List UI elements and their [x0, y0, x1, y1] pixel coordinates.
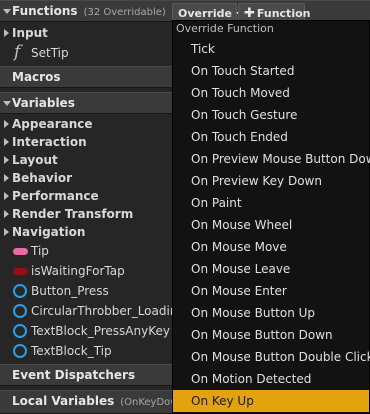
menu-item-on-mouse-enter[interactable]: On Mouse Enter [173, 280, 369, 302]
menu-item-on-mouse-move[interactable]: On Mouse Move [173, 236, 369, 258]
override-label: Override [178, 7, 232, 20]
collapse-arrow-icon[interactable] [3, 101, 11, 106]
override-menu-header: Override Function [173, 21, 369, 37]
ring-icon [13, 304, 27, 318]
expand-arrow-icon[interactable] [4, 210, 9, 218]
menu-item-on-touch-gesture[interactable]: On Touch Gesture [173, 104, 369, 126]
override-function-menu: Override Function Tick On Touch Started … [172, 20, 370, 414]
menu-item-on-motion-detected[interactable]: On Motion Detected [173, 368, 369, 390]
expand-arrow-icon[interactable] [4, 156, 9, 164]
menu-item-on-mouse-leave[interactable]: On Mouse Leave [173, 258, 369, 280]
variable-label: isWaitingForTap [31, 264, 125, 278]
pill-icon [13, 248, 28, 255]
menu-item-on-mouse-button-double-click[interactable]: On Mouse Button Double Click [173, 346, 370, 368]
variable-category-label: Navigation [12, 225, 86, 239]
function-category-label: Input [12, 26, 48, 40]
functions-overridable-count: (32 Overridable) [83, 7, 166, 18]
functions-title: Functions (32 Overridable) [12, 4, 166, 18]
menu-item-tick[interactable]: Tick [173, 38, 369, 60]
menu-item-on-preview-key-down[interactable]: On Preview Key Down [173, 170, 369, 192]
variable-label: CircularThrobber_Loading [31, 304, 186, 318]
menu-item-on-touch-moved[interactable]: On Touch Moved [173, 82, 369, 104]
functions-title-text: Functions [12, 4, 78, 18]
menu-item-on-mouse-button-up[interactable]: On Mouse Button Up [173, 302, 369, 324]
variables-title: Variables [12, 96, 75, 110]
menu-item-on-mouse-wheel[interactable]: On Mouse Wheel [173, 214, 369, 236]
macros-title: Macros [12, 70, 61, 84]
expand-arrow-icon[interactable] [4, 29, 9, 37]
menu-item-on-touch-started[interactable]: On Touch Started [173, 60, 369, 82]
variable-label: TextBlock_PressAnyKey [31, 324, 170, 338]
event-dispatchers-title: Event Dispatchers [12, 368, 136, 382]
function-item-label: SetTip [31, 46, 69, 60]
expand-arrow-icon[interactable] [4, 138, 9, 146]
variable-category-label: Behavior [12, 171, 73, 185]
function-icon: f [14, 42, 21, 62]
add-function-label: Function [256, 7, 311, 20]
expand-arrow-icon[interactable] [4, 192, 9, 200]
variable-category-label: Performance [12, 189, 99, 203]
menu-item-on-mouse-button-down[interactable]: On Mouse Button Down [173, 324, 369, 346]
ring-icon [13, 344, 27, 358]
collapse-arrow-icon[interactable] [3, 9, 11, 14]
plus-icon: ✚ [244, 6, 255, 21]
variable-category-label: Interaction [12, 135, 87, 149]
expand-arrow-icon[interactable] [4, 120, 9, 128]
menu-item-on-touch-ended[interactable]: On Touch Ended [173, 126, 369, 148]
ring-icon [13, 324, 27, 338]
local-variables-title-text: Local Variables [12, 394, 115, 408]
local-variables-title: Local Variables (OnKeyDown) [12, 394, 189, 408]
variable-category-label: Layout [12, 153, 58, 167]
variable-category-label: Appearance [12, 117, 93, 131]
ring-icon [13, 284, 27, 298]
variable-label: TextBlock_Tip [31, 344, 112, 358]
variable-label: Tip [31, 244, 49, 258]
menu-item-on-paint[interactable]: On Paint [173, 192, 369, 214]
menu-item-on-preview-mouse-button-down[interactable]: On Preview Mouse Button Down [173, 148, 370, 170]
variable-category-label: Render Transform [12, 207, 134, 221]
pill-icon [13, 268, 28, 275]
expand-arrow-icon[interactable] [4, 174, 9, 182]
expand-arrow-icon[interactable] [4, 228, 9, 236]
variable-label: Button_Press [31, 284, 109, 298]
menu-item-on-key-up[interactable]: On Key Up [173, 390, 369, 412]
